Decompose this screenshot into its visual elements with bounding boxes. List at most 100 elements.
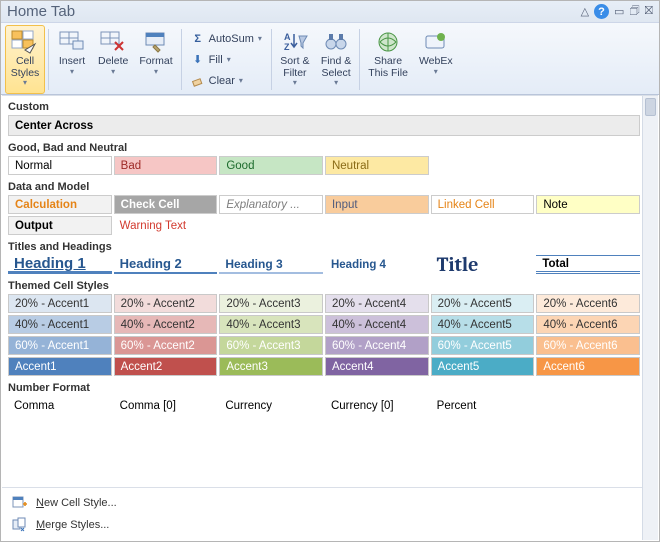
style-accent3[interactable]: Accent3 (219, 357, 323, 376)
vertical-scrollbar[interactable] (642, 96, 658, 540)
title-bar: Home Tab △ ? ▭ 🗇 ⛝ (1, 1, 659, 23)
style-currency-0[interactable]: Currency [0] (325, 396, 429, 415)
style-p40-accent5[interactable]: 40% - Accent5 (431, 315, 535, 334)
style-explanatory[interactable]: Explanatory ... (219, 195, 323, 214)
style-p20-accent1[interactable]: 20% - Accent1 (8, 294, 112, 313)
style-note[interactable]: Note (536, 195, 640, 214)
separator (271, 29, 272, 90)
webex-icon (422, 30, 450, 54)
format-button[interactable]: Format ▾ (134, 25, 177, 94)
delete-cells-icon (99, 30, 127, 54)
app-window: Home Tab △ ? ▭ 🗇 ⛝ CellStyles ▾ (0, 0, 660, 542)
eraser-icon (191, 74, 205, 88)
delete-button[interactable]: Delete ▾ (93, 25, 133, 94)
style-accent2[interactable]: Accent2 (114, 357, 218, 376)
fill-down-icon: ⬇ (191, 53, 205, 67)
fill-button[interactable]: ⬇ Fill ▾ (187, 50, 266, 70)
style-title[interactable]: Title (431, 255, 535, 274)
sort-filter-icon: A Z (281, 30, 309, 54)
style-p40-accent6[interactable]: 40% - Accent6 (536, 315, 640, 334)
style-total[interactable]: Total (536, 255, 640, 274)
clear-button[interactable]: Clear ▾ (187, 71, 266, 91)
maximize-button[interactable]: 🗇 (629, 2, 639, 21)
style-warning-text[interactable]: Warning Text (114, 216, 218, 235)
separator (181, 29, 182, 90)
autosum-button[interactable]: Σ AutoSum ▾ (187, 29, 266, 49)
dropdown-icon: ▾ (23, 78, 27, 87)
style-accent5[interactable]: Accent5 (431, 357, 535, 376)
style-p60-accent3[interactable]: 60% - Accent3 (219, 336, 323, 355)
style-bad[interactable]: Bad (114, 156, 218, 175)
sort-filter-button[interactable]: A Z Sort &Filter ▾ (275, 25, 315, 94)
new-style-icon (12, 495, 28, 511)
ribbon: CellStyles ▾ Insert ▾ Delete ▾ (1, 23, 659, 95)
section-data-model: Data and Model (2, 177, 658, 195)
cell-styles-button[interactable]: CellStyles ▾ (5, 25, 45, 94)
share-file-button[interactable]: ShareThis File (363, 25, 413, 94)
style-linked-cell[interactable]: Linked Cell (431, 195, 535, 214)
format-icon (142, 30, 170, 54)
style-calculation[interactable]: Calculation (8, 195, 112, 214)
style-p60-accent1[interactable]: 60% - Accent1 (8, 336, 112, 355)
close-button[interactable]: ⛝ (645, 5, 653, 18)
style-currency[interactable]: Currency (219, 396, 323, 415)
style-comma[interactable]: Comma (8, 396, 112, 415)
scrollbar-thumb[interactable] (645, 98, 656, 116)
section-themed: Themed Cell Styles (2, 276, 658, 294)
svg-text:A: A (284, 32, 291, 42)
style-p20-accent2[interactable]: 20% - Accent2 (114, 294, 218, 313)
style-p40-accent1[interactable]: 40% - Accent1 (8, 315, 112, 334)
style-check-cell[interactable]: Check Cell (114, 195, 218, 214)
style-p20-accent5[interactable]: 20% - Accent5 (431, 294, 535, 313)
style-p40-accent4[interactable]: 40% - Accent4 (325, 315, 429, 334)
style-p60-accent5[interactable]: 60% - Accent5 (431, 336, 535, 355)
style-heading-4[interactable]: Heading 4 (325, 255, 429, 274)
minimize-button[interactable]: ▭ (614, 5, 624, 18)
webex-button[interactable]: WebEx ▾ (414, 25, 458, 94)
section-number-format: Number Format (2, 378, 658, 396)
cell-styles-icon (11, 30, 39, 54)
style-input[interactable]: Input (325, 195, 429, 214)
style-heading-1[interactable]: Heading 1 (8, 255, 112, 274)
binoculars-icon (322, 30, 350, 54)
style-accent4[interactable]: Accent4 (325, 357, 429, 376)
style-neutral[interactable]: Neutral (325, 156, 429, 175)
style-accent6[interactable]: Accent6 (536, 357, 640, 376)
sigma-icon: Σ (191, 32, 205, 46)
find-select-button[interactable]: Find &Select ▾ (316, 25, 356, 94)
insert-cells-icon (58, 30, 86, 54)
merge-styles-icon (12, 517, 28, 533)
window-controls: △ ? ▭ 🗇 ⛝ (581, 2, 653, 21)
style-accent1[interactable]: Accent1 (8, 357, 112, 376)
style-p60-accent4[interactable]: 60% - Accent4 (325, 336, 429, 355)
window-title: Home Tab (7, 3, 75, 20)
new-cell-style-menuitem[interactable]: New Cell Style... (2, 492, 642, 514)
style-output[interactable]: Output (8, 216, 112, 235)
style-heading-3[interactable]: Heading 3 (219, 255, 323, 274)
style-p60-accent6[interactable]: 60% - Accent6 (536, 336, 640, 355)
gallery-footer: New Cell Style... Merge Styles... (2, 487, 642, 540)
style-p20-accent4[interactable]: 20% - Accent4 (325, 294, 429, 313)
style-p60-accent2[interactable]: 60% - Accent2 (114, 336, 218, 355)
cell-styles-gallery: Custom Center Across Good, Bad and Neutr… (2, 95, 658, 540)
style-p40-accent2[interactable]: 40% - Accent2 (114, 315, 218, 334)
editing-group: Σ AutoSum ▾ ⬇ Fill ▾ Clear ▾ (185, 25, 268, 94)
style-comma-0[interactable]: Comma [0] (114, 396, 218, 415)
separator (359, 29, 360, 90)
style-p20-accent6[interactable]: 20% - Accent6 (536, 294, 640, 313)
style-heading-2[interactable]: Heading 2 (114, 255, 218, 274)
share-icon (374, 30, 402, 54)
help-icon[interactable]: ? (594, 4, 609, 19)
style-good[interactable]: Good (219, 156, 323, 175)
section-titles-headings: Titles and Headings (2, 237, 658, 255)
style-p40-accent3[interactable]: 40% - Accent3 (219, 315, 323, 334)
ribbon-minimize-icon[interactable]: △ (581, 5, 589, 18)
style-center-across[interactable]: Center Across (8, 115, 640, 136)
style-percent[interactable]: Percent (431, 396, 535, 415)
style-p20-accent3[interactable]: 20% - Accent3 (219, 294, 323, 313)
merge-styles-menuitem[interactable]: Merge Styles... (2, 514, 642, 536)
svg-text:Z: Z (284, 42, 290, 52)
style-normal[interactable]: Normal (8, 156, 112, 175)
section-good-bad-neutral: Good, Bad and Neutral (2, 138, 658, 156)
insert-button[interactable]: Insert ▾ (52, 25, 92, 94)
